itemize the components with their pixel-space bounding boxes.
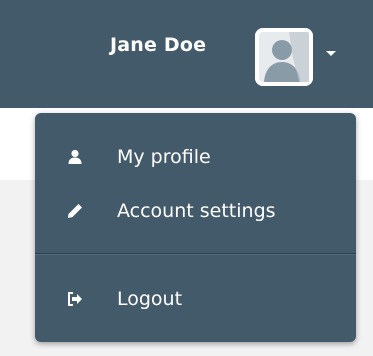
menu-item-label: Account settings (117, 200, 276, 222)
caret-down-icon (326, 51, 336, 56)
user-icon (67, 149, 83, 165)
pencil-icon (67, 203, 83, 219)
user-dropdown-menu: My profile Account settings Logout (35, 113, 356, 342)
user-menu-toggle[interactable]: Jane Doe (100, 24, 362, 96)
top-navbar: Jane Doe (0, 0, 373, 108)
menu-item-label: Logout (117, 288, 183, 310)
menu-item-label: My profile (117, 146, 211, 168)
menu-divider (35, 253, 356, 255)
menu-item-logout[interactable]: Logout (35, 279, 356, 319)
sign-out-icon (67, 291, 83, 307)
menu-item-account-settings[interactable]: Account settings (35, 191, 356, 231)
user-name: Jane Doe (110, 34, 207, 56)
menu-item-my-profile[interactable]: My profile (35, 137, 356, 177)
user-silhouette-icon (255, 28, 313, 86)
